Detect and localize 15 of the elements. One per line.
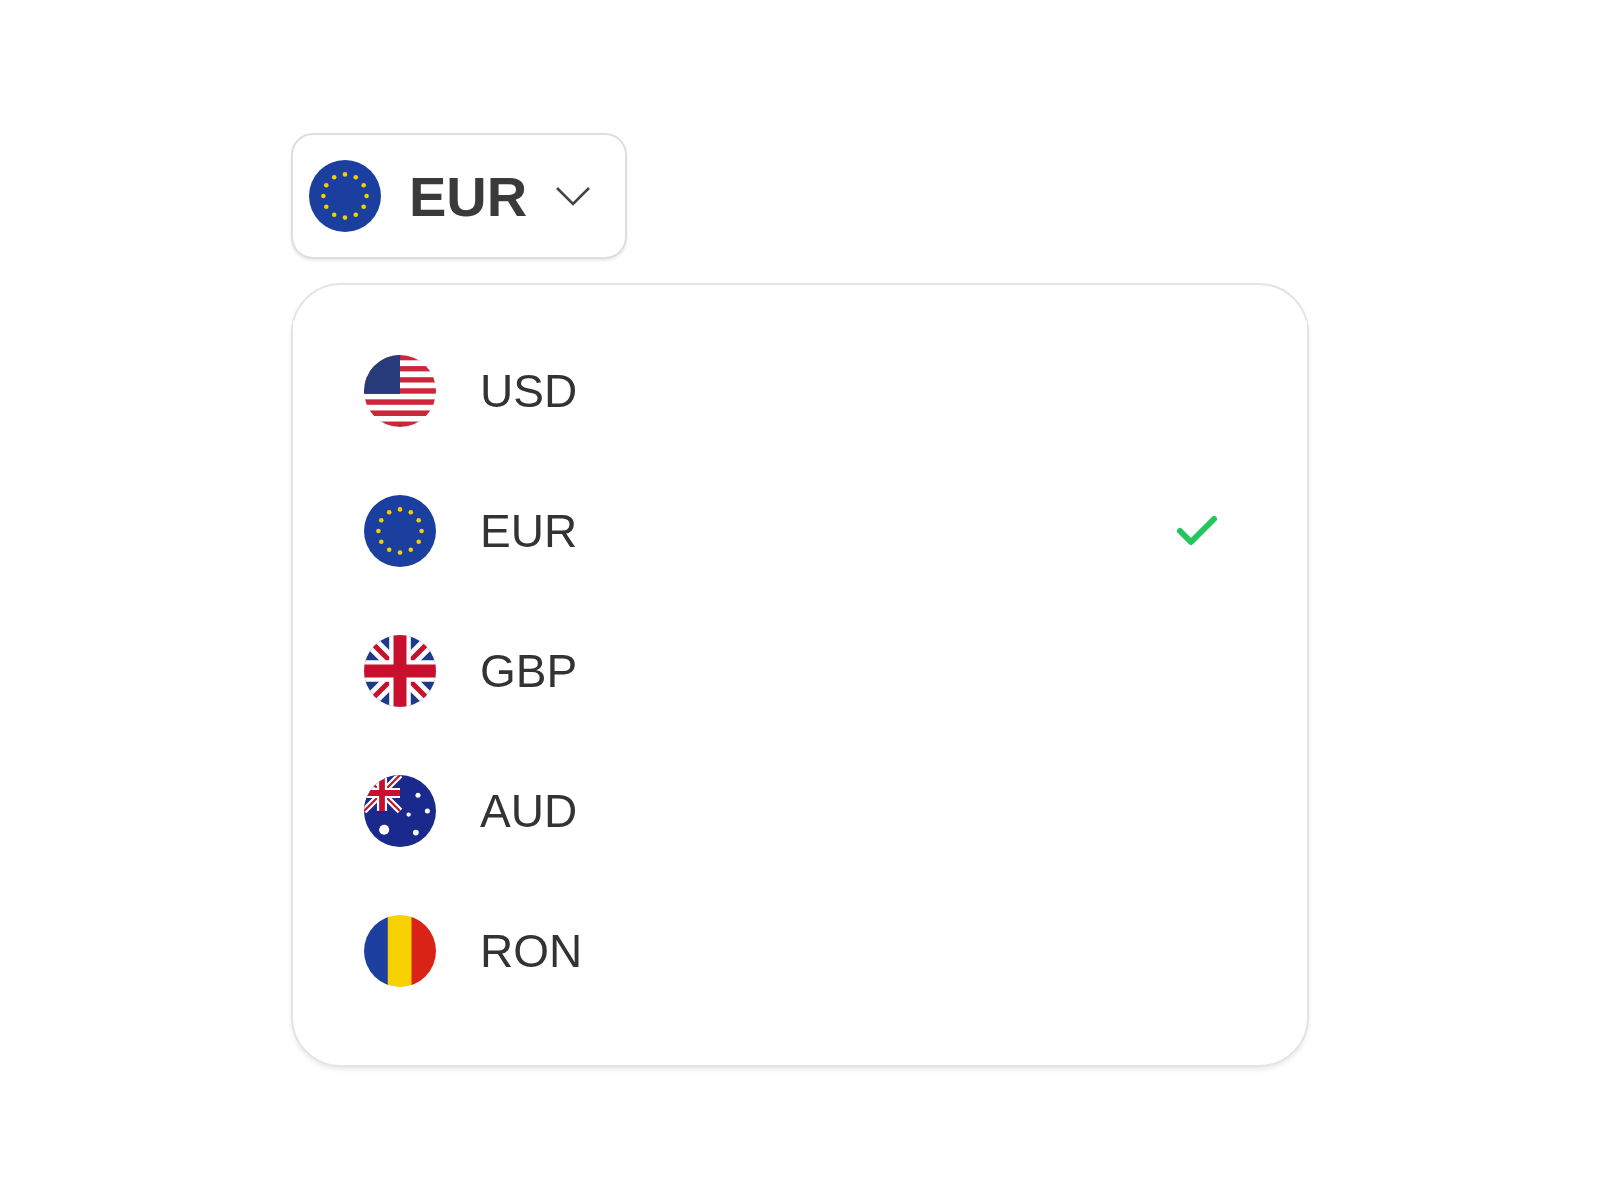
currency-option[interactable]: RON	[293, 881, 1307, 1021]
currency-option[interactable]: GBP	[293, 601, 1307, 741]
currency-option[interactable]: EUR	[293, 461, 1307, 601]
flag-icon	[364, 915, 436, 987]
currency-code: USD	[480, 364, 579, 418]
currency-option[interactable]: AUD	[293, 741, 1307, 881]
currency-code: RON	[480, 924, 584, 978]
currency-code: EUR	[480, 504, 579, 558]
flag-icon	[364, 355, 436, 427]
currency-code: GBP	[480, 644, 579, 698]
currency-dropdown[interactable]: EUR	[291, 133, 628, 259]
currency-option[interactable]: USD	[293, 321, 1307, 461]
check-icon	[1177, 515, 1217, 547]
chevron-down-icon	[555, 186, 592, 206]
currency-code: AUD	[480, 784, 579, 838]
